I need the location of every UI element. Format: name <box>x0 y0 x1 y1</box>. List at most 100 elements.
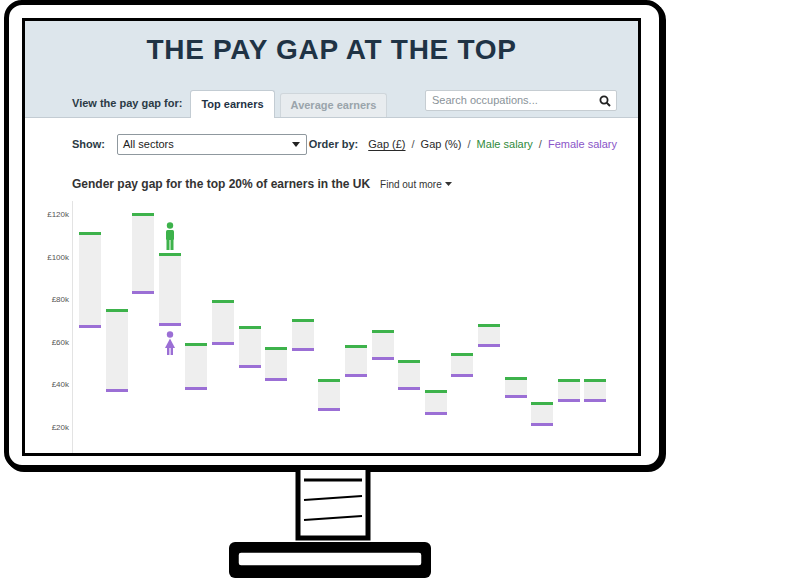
gap-bar[interactable] <box>159 253 181 325</box>
search-input[interactable] <box>432 92 599 109</box>
bar-column <box>318 201 340 456</box>
male-salary-mark[interactable] <box>106 309 128 312</box>
female-salary-mark[interactable] <box>185 387 207 390</box>
male-salary-mark[interactable] <box>425 390 447 393</box>
bar-column <box>185 201 207 456</box>
male-salary-mark[interactable] <box>132 213 154 216</box>
female-salary-mark[interactable] <box>398 387 420 390</box>
male-salary-mark[interactable] <box>584 379 606 382</box>
male-salary-mark[interactable] <box>239 326 261 329</box>
gap-bar[interactable] <box>132 213 154 294</box>
caret-icon <box>445 182 452 186</box>
female-salary-mark[interactable] <box>558 399 580 402</box>
gap-bar[interactable] <box>478 324 500 347</box>
view-label: View the pay gap for: <box>72 95 182 112</box>
male-salary-mark[interactable] <box>212 300 234 303</box>
gap-bar[interactable] <box>558 379 580 402</box>
male-salary-mark[interactable] <box>558 379 580 382</box>
male-salary-mark[interactable] <box>79 232 101 235</box>
gap-bar[interactable] <box>398 360 420 390</box>
order-option-label[interactable]: Gap (£) <box>368 138 405 150</box>
female-salary-mark[interactable] <box>79 325 101 328</box>
gap-fill <box>398 363 420 387</box>
gap-fill <box>265 350 287 378</box>
bar-column <box>265 201 287 456</box>
male-salary-mark[interactable] <box>398 360 420 363</box>
male-salary-mark[interactable] <box>451 353 473 356</box>
gap-fill <box>185 346 207 387</box>
y-axis: £120k£100k£80k£60k£40k£20k <box>46 201 72 456</box>
order-option[interactable]: Gap (%) <box>421 136 462 153</box>
axis-tick: £60k <box>52 338 69 348</box>
female-salary-mark[interactable] <box>239 365 261 368</box>
female-salary-mark[interactable] <box>584 399 606 402</box>
gap-fill <box>505 380 527 395</box>
gap-bar[interactable] <box>239 326 261 369</box>
chart: £120k£100k£80k£60k£40k£20k <box>46 201 617 456</box>
gap-fill <box>451 356 473 373</box>
tab[interactable]: Average earners <box>280 93 388 117</box>
gap-bar[interactable] <box>265 347 287 381</box>
legend-icons <box>478 201 500 456</box>
order-option[interactable]: Gap (£) <box>368 136 405 153</box>
male-salary-mark[interactable] <box>531 402 553 405</box>
female-salary-mark[interactable] <box>265 378 287 381</box>
female-salary-mark[interactable] <box>478 344 500 347</box>
tab-label[interactable]: Average earners <box>291 97 377 114</box>
female-salary-mark[interactable] <box>318 408 340 411</box>
female-salary-mark[interactable] <box>212 342 234 345</box>
order-option[interactable]: Male salary <box>477 136 533 153</box>
gap-bar[interactable] <box>212 300 234 345</box>
gap-bar[interactable] <box>425 390 447 416</box>
gap-bar[interactable] <box>292 319 314 351</box>
gap-bar[interactable] <box>106 309 128 392</box>
female-salary-mark[interactable] <box>531 423 553 426</box>
female-salary-mark[interactable] <box>106 389 128 392</box>
sector-value[interactable]: All sectors <box>123 136 292 153</box>
female-salary-mark[interactable] <box>345 374 367 377</box>
order-label: Order by: <box>309 136 359 153</box>
male-salary-mark[interactable] <box>292 319 314 322</box>
tab-label[interactable]: Top earners <box>201 96 263 113</box>
page-title: THE PAY GAP AT THE TOP <box>25 21 638 67</box>
gap-fill <box>531 405 553 422</box>
female-salary-mark[interactable] <box>372 357 394 360</box>
order-option-label[interactable]: Gap (%) <box>421 138 462 150</box>
search-box[interactable] <box>425 90 617 111</box>
gap-bar[interactable] <box>505 377 527 398</box>
bar-column <box>425 201 447 456</box>
legend-icons <box>212 201 234 456</box>
male-salary-mark[interactable] <box>318 379 340 382</box>
male-salary-mark[interactable] <box>345 345 367 348</box>
gap-bar[interactable] <box>79 232 101 328</box>
gap-bar[interactable] <box>451 353 473 376</box>
legend-icons <box>132 201 154 456</box>
find-out-more-label[interactable]: Find out more <box>380 177 442 192</box>
order-option[interactable]: Female salary <box>548 136 617 153</box>
female-salary-mark[interactable] <box>505 395 527 398</box>
female-salary-mark[interactable] <box>425 412 447 415</box>
order-option-label[interactable]: Male salary <box>477 138 533 150</box>
gap-bar[interactable] <box>185 343 207 390</box>
female-salary-mark[interactable] <box>451 374 473 377</box>
female-salary-mark[interactable] <box>159 323 181 326</box>
male-salary-mark[interactable] <box>478 324 500 327</box>
sector-select[interactable]: All sectors <box>117 134 307 155</box>
gap-bar[interactable] <box>531 402 553 425</box>
male-salary-mark[interactable] <box>159 253 181 256</box>
bar-column <box>159 201 181 456</box>
plot-area <box>72 201 617 456</box>
tab[interactable]: Top earners <box>190 90 274 118</box>
male-salary-mark[interactable] <box>372 330 394 333</box>
gap-bar[interactable] <box>584 379 606 402</box>
order-option-label[interactable]: Female salary <box>548 138 617 150</box>
gap-bar[interactable] <box>318 379 340 411</box>
female-salary-mark[interactable] <box>292 348 314 351</box>
find-out-more[interactable]: Find out more <box>380 177 452 192</box>
male-salary-mark[interactable] <box>185 343 207 346</box>
gap-bar[interactable] <box>372 330 394 360</box>
male-salary-mark[interactable] <box>265 347 287 350</box>
female-salary-mark[interactable] <box>132 291 154 294</box>
male-salary-mark[interactable] <box>505 377 527 380</box>
gap-bar[interactable] <box>345 345 367 377</box>
